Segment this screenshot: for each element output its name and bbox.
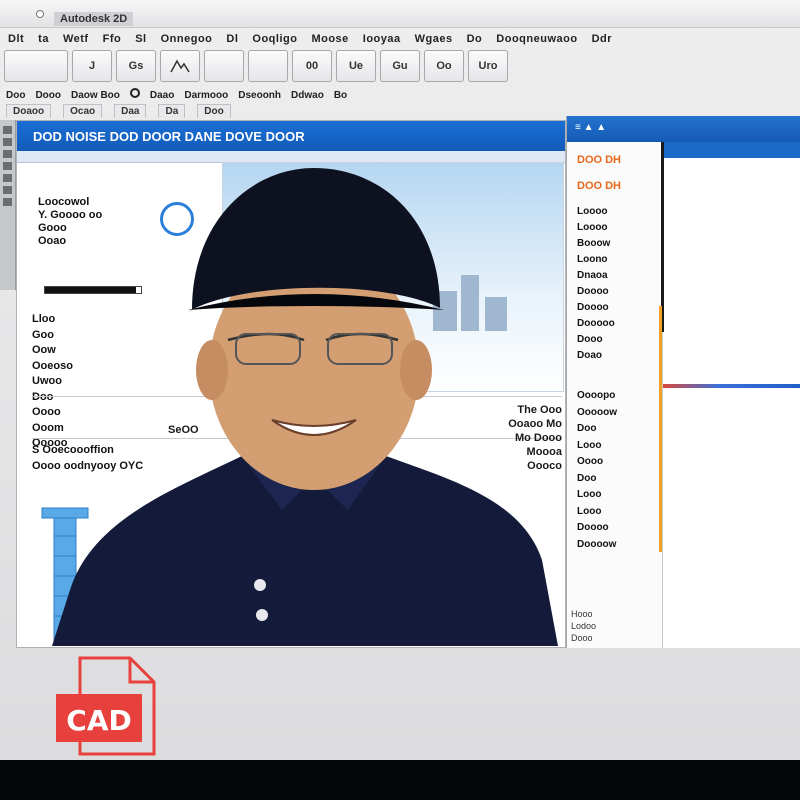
breadcrumb-item[interactable]: Dseoonh — [238, 88, 281, 104]
menu-item[interactable]: Moose — [311, 30, 348, 48]
panel-item[interactable]: Loono — [577, 252, 615, 268]
panel-item[interactable]: Oooopo — [577, 388, 617, 405]
tab-strip: Doaoo Ocao Daa Da Doo — [6, 104, 546, 118]
tool-button[interactable]: Ue — [336, 50, 376, 82]
orange-tag[interactable]: DOO DH — [577, 180, 621, 192]
footer-item: Hooo — [571, 609, 593, 619]
tool-icon[interactable] — [3, 138, 12, 146]
tool-button[interactable] — [160, 50, 200, 82]
panel-item[interactable]: Doooo — [577, 284, 615, 300]
tool-button[interactable]: J — [72, 50, 112, 82]
cad-file-icon: CAD — [56, 656, 156, 756]
toolbar: J Gs 00 Ue Gu Oo Uro — [4, 50, 534, 86]
tool-button[interactable]: Oo — [424, 50, 464, 82]
properties-panel: ≡ ▲ ▲ DOO DH DOO DH Loooo Loooo Booow Lo… — [566, 116, 800, 648]
timeline-marker — [659, 306, 662, 552]
menu-item[interactable]: ta — [38, 30, 49, 48]
tab[interactable]: Da — [158, 104, 186, 118]
panel-item[interactable]: Looo — [577, 487, 617, 504]
breadcrumb-item[interactable]: Darmooo — [184, 88, 228, 104]
menu-bar: Dlt ta Wetf Ffo Sl Onnegoo Dl Ooqligo Mo… — [0, 30, 800, 48]
breadcrumb: Doo Dooo Daow Boo Daao Darmooo Dseoonh D… — [0, 88, 540, 104]
panel-item[interactable]: Booow — [577, 236, 615, 252]
title-bar: Autodesk 2D — [0, 0, 800, 28]
breadcrumb-item[interactable]: Doo — [6, 88, 25, 104]
footer-item: Dooo — [571, 633, 593, 643]
tool-button[interactable]: Uro — [468, 50, 508, 82]
menu-item[interactable]: Dl — [226, 30, 238, 48]
radio-icon[interactable] — [129, 88, 140, 98]
panel-item[interactable]: Doooow — [577, 537, 617, 554]
panel-item[interactable]: Dooooo — [577, 316, 615, 332]
tool-icon[interactable] — [3, 186, 12, 194]
tool-icon[interactable] — [3, 174, 12, 182]
divider — [661, 142, 664, 332]
person-photo — [52, 168, 558, 646]
menu-item[interactable]: Ddr — [592, 30, 612, 48]
blank-tool-button[interactable] — [4, 50, 68, 82]
panel-item[interactable]: Oooo — [577, 454, 617, 471]
breadcrumb-item[interactable]: Bo — [334, 88, 347, 104]
menu-item[interactable]: Iooyaa — [363, 30, 401, 48]
panel-header-title: ≡ ▲ ▲ — [575, 122, 607, 133]
menu-item[interactable]: Ffo — [103, 30, 122, 48]
document-header: DOD NOISE DOD DOOR DANE DOVE DOOR — [17, 121, 565, 151]
window-control-icon[interactable] — [36, 10, 44, 18]
menu-item[interactable]: Ooqligo — [252, 30, 297, 48]
tool-icon[interactable] — [3, 150, 12, 158]
panel-item[interactable]: Dnaoa — [577, 268, 615, 284]
breadcrumb-item[interactable]: Ddwao — [291, 88, 324, 104]
bottom-bar — [0, 760, 800, 800]
cad-application-window: Autodesk 2D Dlt ta Wetf Ffo Sl Onnegoo D… — [0, 0, 800, 760]
window-title: Autodesk 2D — [54, 12, 134, 26]
menu-item[interactable]: Wetf — [63, 30, 89, 48]
panel-footer: Hooo Lodoo Dooo — [571, 608, 596, 644]
tab[interactable]: Doaoo — [6, 104, 52, 118]
timeline-marker — [663, 384, 800, 388]
panel-item[interactable]: Dooo — [577, 332, 615, 348]
panel-item[interactable]: Doooo — [577, 300, 615, 316]
tool-icon[interactable] — [3, 162, 12, 170]
breadcrumb-item[interactable]: Daao — [150, 88, 174, 104]
panel-item[interactable]: Loooo — [577, 220, 615, 236]
menu-item[interactable]: Wgaes — [415, 30, 453, 48]
tool-button[interactable]: 00 — [292, 50, 332, 82]
menu-item[interactable]: Onnegoo — [161, 30, 213, 48]
footer-item: Lodoo — [571, 621, 597, 631]
panel-item[interactable]: Ooooow — [577, 405, 617, 422]
tool-button[interactable] — [204, 50, 244, 82]
panel-item[interactable]: Looo — [577, 504, 617, 521]
tool-icon[interactable] — [3, 198, 12, 206]
orange-tag[interactable]: DOO DH — [577, 154, 621, 166]
panel-item[interactable]: Doo — [577, 421, 617, 438]
menu-item[interactable]: Sl — [135, 30, 146, 48]
tool-button[interactable] — [248, 50, 288, 82]
panel-header: ≡ ▲ ▲ — [567, 116, 800, 142]
menu-item[interactable]: Dooqneuwaoo — [496, 30, 577, 48]
panel-item[interactable]: Doo — [577, 471, 617, 488]
breadcrumb-item[interactable]: Dooo — [35, 88, 61, 104]
draw-icon — [170, 59, 190, 73]
tool-button[interactable]: Gu — [380, 50, 420, 82]
breadcrumb-item[interactable]: Daow Boo — [71, 88, 120, 104]
badge-text: CAD — [66, 704, 131, 737]
left-tool-strip — [0, 120, 16, 290]
tab[interactable]: Doo — [197, 104, 231, 118]
tool-button[interactable]: Gs — [116, 50, 156, 82]
tool-icon[interactable] — [3, 126, 12, 134]
menu-item[interactable]: Dlt — [8, 30, 24, 48]
panel-item[interactable]: Doooo — [577, 520, 617, 537]
tab[interactable]: Daa — [114, 104, 147, 118]
panel-items: Loooo Loooo Booow Loono Dnaoa Doooo Dooo… — [577, 204, 615, 364]
panel-item[interactable]: Loooo — [577, 204, 615, 220]
menu-item[interactable]: Do — [467, 30, 483, 48]
tab[interactable]: Ocao — [63, 104, 103, 118]
panel-items: Oooopo Ooooow Doo Looo Oooo Doo Looo Loo… — [577, 388, 617, 553]
panel-item[interactable]: Doao — [577, 348, 615, 364]
panel-item[interactable]: Looo — [577, 438, 617, 455]
